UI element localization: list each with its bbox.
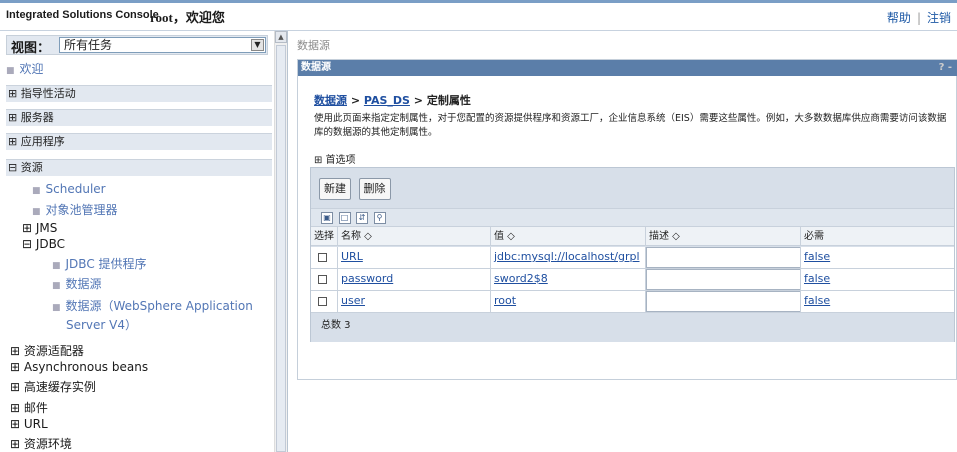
view-bar: 视图： 所有任务 ▼	[6, 35, 268, 56]
header-links: 帮助 | 注销	[887, 9, 951, 26]
nav-item-datasource[interactable]: ■ 数据源	[52, 275, 102, 292]
preferences-toggle[interactable]: ⊞ 首选项	[314, 151, 356, 166]
col-select: 选择	[314, 231, 334, 242]
panel-title: 数据源	[301, 62, 331, 73]
property-desc	[646, 247, 801, 268]
nav-item-datasource-ws-line2[interactable]: Server V4）	[66, 316, 137, 333]
breadcrumb-current: 定制属性	[426, 94, 471, 107]
property-name-link[interactable]: URL	[341, 250, 363, 263]
property-required-link[interactable]: false	[804, 272, 830, 285]
chevron-down-icon[interactable]: ▼	[251, 39, 264, 51]
view-label: 视图：	[11, 41, 51, 56]
button-row: 新建 删除	[319, 178, 395, 200]
bullet-icon: ■	[52, 303, 61, 313]
row-checkbox[interactable]	[318, 253, 327, 262]
col-name[interactable]: 名称 ◇	[337, 227, 490, 245]
property-required-link[interactable]: false	[804, 250, 830, 263]
chevron-up-icon[interactable]: ▲	[275, 31, 287, 43]
delete-button[interactable]: 删除	[358, 178, 391, 200]
nav-item-jdbc[interactable]: ⊟ JDBC	[22, 237, 65, 251]
nav-section-guided[interactable]: ⊞ 指导性活动	[6, 85, 272, 102]
table-row: password sword2$8 false	[311, 269, 954, 291]
user-welcome: root，欢迎您	[150, 10, 225, 25]
nav-scrollbar[interactable]: ▲	[274, 31, 287, 452]
app-title: Integrated Solutions Console	[6, 9, 159, 21]
col-required: 必需	[800, 227, 954, 245]
bullet-icon: ■	[52, 281, 61, 291]
top-banner: Integrated Solutions Console root，欢迎您 帮助…	[0, 0, 957, 31]
breadcrumb-separator: >	[347, 94, 364, 107]
nav-item-async-beans[interactable]: ⊞ Asynchronous beans	[10, 360, 148, 374]
datasource-panel: 数据源 ? - 数据源 > PAS_DS > 定制属性 使用此页面来指定定制属性…	[297, 59, 957, 380]
view-select-value: 所有任务	[64, 38, 113, 52]
table-row: user root false	[311, 291, 954, 313]
nav-item-object-pool[interactable]: ■ 对象池管理器	[32, 201, 118, 218]
deselect-all-icon[interactable]: □	[338, 212, 351, 224]
table-total: 总数 3	[311, 314, 954, 342]
nav-item-adapters[interactable]: ⊞ 资源适配器	[10, 342, 84, 359]
property-value-link[interactable]: jdbc:mysql://localhost/grpl	[494, 250, 640, 263]
nav-item-datasource-ws[interactable]: ■ 数据源（WebSphere Application	[52, 297, 253, 314]
custom-properties-table: 新建 删除 ▣ □ ⇵ ⚲ 选择 名称 ◇ 值 ◇ 描述 ◇ 必需 URL jd…	[310, 167, 955, 342]
nav-section-servers[interactable]: ⊞ 服务器	[6, 109, 272, 126]
property-name-link[interactable]: password	[341, 272, 393, 285]
breadcrumb: 数据源 > PAS_DS > 定制属性	[314, 92, 471, 108]
nav-item-cache[interactable]: ⊞ 高速缓存实例	[10, 378, 96, 395]
bullet-icon: ■	[32, 207, 41, 217]
property-required-link[interactable]: false	[804, 294, 830, 307]
link-separator: |	[916, 11, 921, 25]
property-name-link[interactable]: user	[341, 294, 365, 307]
breadcrumb-pas-ds-link[interactable]: PAS_DS	[364, 94, 410, 107]
property-value-link[interactable]: sword2$8	[494, 272, 548, 285]
nav-welcome[interactable]: ■ 欢迎	[6, 60, 44, 77]
view-select[interactable]: 所有任务 ▼	[59, 37, 266, 53]
nav-item-jms[interactable]: ⊞ JMS	[22, 221, 57, 235]
row-checkbox[interactable]	[318, 297, 327, 306]
col-value[interactable]: 值 ◇	[490, 227, 645, 245]
nav-item-jdbc-provider[interactable]: ■ JDBC 提供程序	[52, 255, 147, 272]
logout-link[interactable]: 注销	[927, 11, 951, 25]
bullet-icon: ■	[52, 261, 61, 271]
nav-section-resources[interactable]: ⊟ 资源	[6, 159, 272, 176]
nav-item-url[interactable]: ⊞ URL	[10, 417, 48, 431]
left-nav: 视图： 所有任务 ▼ ■ 欢迎 ⊞ 指导性活动 ⊞ 服务器 ⊞ 应用程序 ⊟ 资源…	[0, 31, 288, 452]
table-header: 选择 名称 ◇ 值 ◇ 描述 ◇ 必需	[311, 226, 954, 246]
filter-icon[interactable]: ⚲	[373, 212, 386, 224]
bullet-icon: ■	[32, 186, 41, 196]
property-desc	[646, 269, 801, 290]
select-all-icon[interactable]: ▣	[321, 212, 333, 224]
breadcrumb-separator: >	[409, 94, 427, 107]
page-description: 使用此页面来指定定制属性，对于您配置的资源提供程序和资源工厂，企业信息系统（EI…	[314, 113, 947, 138]
col-desc[interactable]: 描述 ◇	[645, 227, 800, 245]
panel-header: 数据源 ? -	[298, 60, 957, 76]
nav-item-mail[interactable]: ⊞ 邮件	[10, 399, 48, 416]
scrollbar-thumb[interactable]	[276, 45, 286, 452]
breadcrumb-datasource-link[interactable]: 数据源	[314, 94, 347, 107]
property-desc	[646, 291, 801, 312]
bullet-icon: ■	[6, 66, 15, 76]
table-toolbar: ▣ □ ⇵ ⚲	[311, 208, 954, 226]
table-row: URL jdbc:mysql://localhost/grpl false	[311, 247, 954, 269]
nav-item-scheduler[interactable]: ■ Scheduler	[32, 182, 106, 196]
top-breadcrumb: 数据源	[297, 39, 330, 52]
row-checkbox[interactable]	[318, 275, 327, 284]
main-content: 数据源 数据源 ? - 数据源 > PAS_DS > 定制属性 使用此页面来指定…	[289, 31, 957, 452]
help-link[interactable]: 帮助	[887, 11, 911, 25]
new-button[interactable]: 新建	[319, 178, 351, 200]
nav-section-apps[interactable]: ⊞ 应用程序	[6, 133, 272, 150]
show-filter-icon[interactable]: ⇵	[356, 212, 368, 224]
property-value-link[interactable]: root	[494, 294, 516, 307]
help-icon[interactable]: ? -	[939, 60, 952, 76]
nav-item-env[interactable]: ⊞ 资源环境	[10, 435, 72, 452]
